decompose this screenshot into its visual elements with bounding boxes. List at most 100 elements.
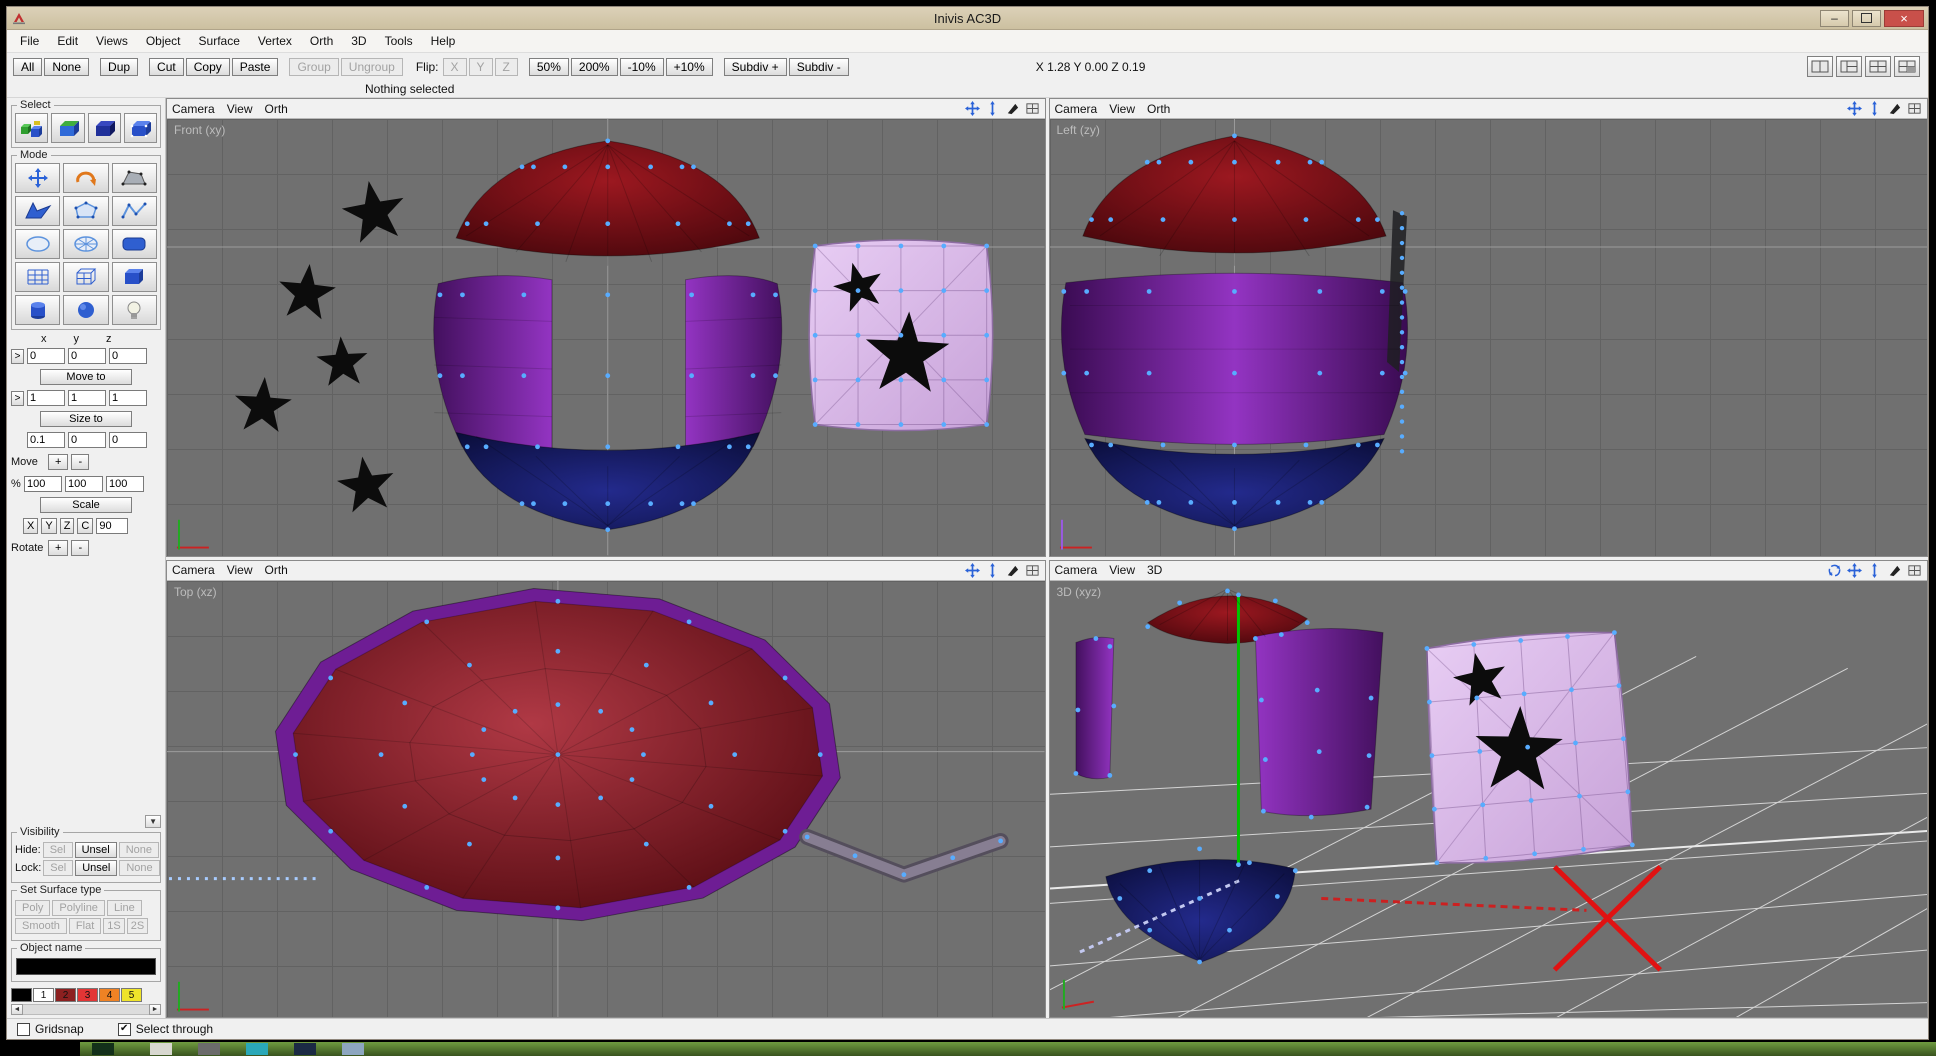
select-none-button[interactable]: None <box>44 58 89 76</box>
left-orth-menu[interactable]: Orth <box>1147 101 1176 117</box>
tool-mesh-button[interactable] <box>15 262 60 292</box>
lock-sel-button[interactable]: Sel <box>43 860 73 876</box>
scale-x-field[interactable] <box>24 476 62 492</box>
pan-icon[interactable] <box>965 563 980 578</box>
rotate-axis-y-button[interactable]: Y <box>41 518 56 534</box>
menu-surface[interactable]: Surface <box>190 31 249 51</box>
pan-icon[interactable] <box>965 101 980 116</box>
taskbar-icon[interactable] <box>150 1043 172 1055</box>
top-viewport-canvas[interactable]: Top (xz) <box>167 581 1045 1018</box>
zoom-vertical-icon[interactable] <box>985 563 1000 578</box>
palette-scroll-left-button[interactable]: ◄ <box>11 1004 23 1015</box>
3d-camera-menu[interactable]: Camera <box>1055 562 1104 578</box>
hide-unsel-button[interactable]: Unsel <box>75 842 117 858</box>
cut-button[interactable]: Cut <box>149 58 184 76</box>
select-mode-surface-button[interactable] <box>88 113 121 143</box>
close-button[interactable]: × <box>1884 10 1924 27</box>
3d-viewport-canvas[interactable]: 3D (xyz) <box>1050 581 1928 1018</box>
tool-polygon-button[interactable] <box>63 196 108 226</box>
rotate-minus-button[interactable]: - <box>71 540 89 556</box>
surface-1s-button[interactable]: 1S <box>103 918 124 934</box>
tool-ellipse-button[interactable] <box>15 229 60 259</box>
copy-button[interactable]: Copy <box>186 58 230 76</box>
zoom-vertical-icon[interactable] <box>1867 101 1882 116</box>
select-mode-group-button[interactable] <box>15 113 48 143</box>
select-mode-vertex-button[interactable] <box>124 113 157 143</box>
front-view-menu[interactable]: View <box>227 101 259 117</box>
subdivide-plus-button[interactable]: Subdiv + <box>724 58 787 76</box>
surface-smooth-button[interactable]: Smooth <box>15 918 67 934</box>
moveto-z-field[interactable] <box>109 348 147 364</box>
select-through-checkbox[interactable]: ✔ <box>118 1023 131 1036</box>
3d-view-menu[interactable]: View <box>1109 562 1141 578</box>
taskbar-icon[interactable] <box>294 1043 316 1055</box>
flip-x-button[interactable]: X <box>443 58 467 76</box>
minimize-button[interactable]: – <box>1820 10 1849 27</box>
rotate-axis-c-button[interactable]: C <box>77 518 93 534</box>
zoom-vertical-icon[interactable] <box>1867 563 1882 578</box>
tool-rotate-button[interactable] <box>63 163 108 193</box>
front-orth-menu[interactable]: Orth <box>264 101 293 117</box>
palette-swatch-2[interactable]: 2 <box>55 988 76 1002</box>
movestep-y-field[interactable] <box>68 432 106 448</box>
hide-sel-button[interactable]: Sel <box>43 842 73 858</box>
rotate-axis-x-button[interactable]: X <box>23 518 38 534</box>
flip-z-button[interactable]: Z <box>495 58 518 76</box>
3d-mode-menu[interactable]: 3D <box>1147 562 1168 578</box>
surface-poly-button[interactable]: Poly <box>15 900 50 916</box>
lock-none-button[interactable]: None <box>119 860 159 876</box>
sizeto-y-field[interactable] <box>68 390 106 406</box>
layout-split-button[interactable] <box>1836 56 1862 77</box>
panel-scroll-down-button[interactable]: ▼ <box>145 815 161 828</box>
zoom-50-button[interactable]: 50% <box>529 58 569 76</box>
layout-single-button[interactable] <box>1807 56 1833 77</box>
viewport-maximize-icon[interactable] <box>1025 101 1040 116</box>
move-plus-button[interactable]: + <box>48 454 68 470</box>
pen-icon[interactable] <box>1887 563 1902 578</box>
surface-line-button[interactable]: Line <box>107 900 142 916</box>
layout-quad-active-button[interactable] <box>1894 56 1920 77</box>
rotate-angle-field[interactable] <box>96 518 128 534</box>
sizeto-z-field[interactable] <box>109 390 147 406</box>
moveto-y-field[interactable] <box>68 348 106 364</box>
zoom-plus10-button[interactable]: +10% <box>666 58 713 76</box>
rotate-axis-z-button[interactable]: Z <box>60 518 75 534</box>
zoom-vertical-icon[interactable] <box>985 101 1000 116</box>
surface-flat-button[interactable]: Flat <box>69 918 101 934</box>
palette-swatch-1[interactable]: 1 <box>33 988 54 1002</box>
menu-file[interactable]: File <box>11 31 48 51</box>
group-button[interactable]: Group <box>289 58 338 76</box>
tool-drag-vertices-button[interactable] <box>112 163 157 193</box>
gridsnap-checkbox[interactable] <box>17 1023 30 1036</box>
front-viewport-canvas[interactable]: Front (xy) <box>167 119 1045 556</box>
object-name-field[interactable] <box>16 958 156 975</box>
movestep-z-field[interactable] <box>109 432 147 448</box>
palette-swatch-5[interactable]: 5 <box>121 988 142 1002</box>
taskbar-icon[interactable] <box>92 1043 114 1055</box>
left-view-menu[interactable]: View <box>1109 101 1141 117</box>
tool-move-button[interactable] <box>15 163 60 193</box>
zoom-200-button[interactable]: 200% <box>571 58 618 76</box>
menu-edit[interactable]: Edit <box>48 31 87 51</box>
duplicate-button[interactable]: Dup <box>100 58 138 76</box>
current-color-swatch[interactable] <box>11 988 32 1002</box>
viewport-maximize-icon[interactable] <box>1907 101 1922 116</box>
taskbar-icon[interactable] <box>246 1043 268 1055</box>
tool-light-button[interactable] <box>112 295 157 325</box>
palette-swatch-4[interactable]: 4 <box>99 988 120 1002</box>
orbit-icon[interactable] <box>1827 563 1842 578</box>
rotate-plus-button[interactable]: + <box>48 540 68 556</box>
tool-box-button[interactable] <box>112 262 157 292</box>
pan-icon[interactable] <box>1847 101 1862 116</box>
menu-orth[interactable]: Orth <box>301 31 342 51</box>
menu-3d[interactable]: 3D <box>342 31 375 51</box>
pen-icon[interactable] <box>1887 101 1902 116</box>
surface-polyline-button[interactable]: Polyline <box>52 900 105 916</box>
top-orth-menu[interactable]: Orth <box>264 562 293 578</box>
left-camera-menu[interactable]: Camera <box>1055 101 1104 117</box>
zoom-minus10-button[interactable]: -10% <box>620 58 664 76</box>
sizeto-x-field[interactable] <box>27 390 65 406</box>
menu-object[interactable]: Object <box>137 31 190 51</box>
size-to-button[interactable]: Size to <box>40 411 132 427</box>
maximize-button[interactable] <box>1852 10 1881 27</box>
